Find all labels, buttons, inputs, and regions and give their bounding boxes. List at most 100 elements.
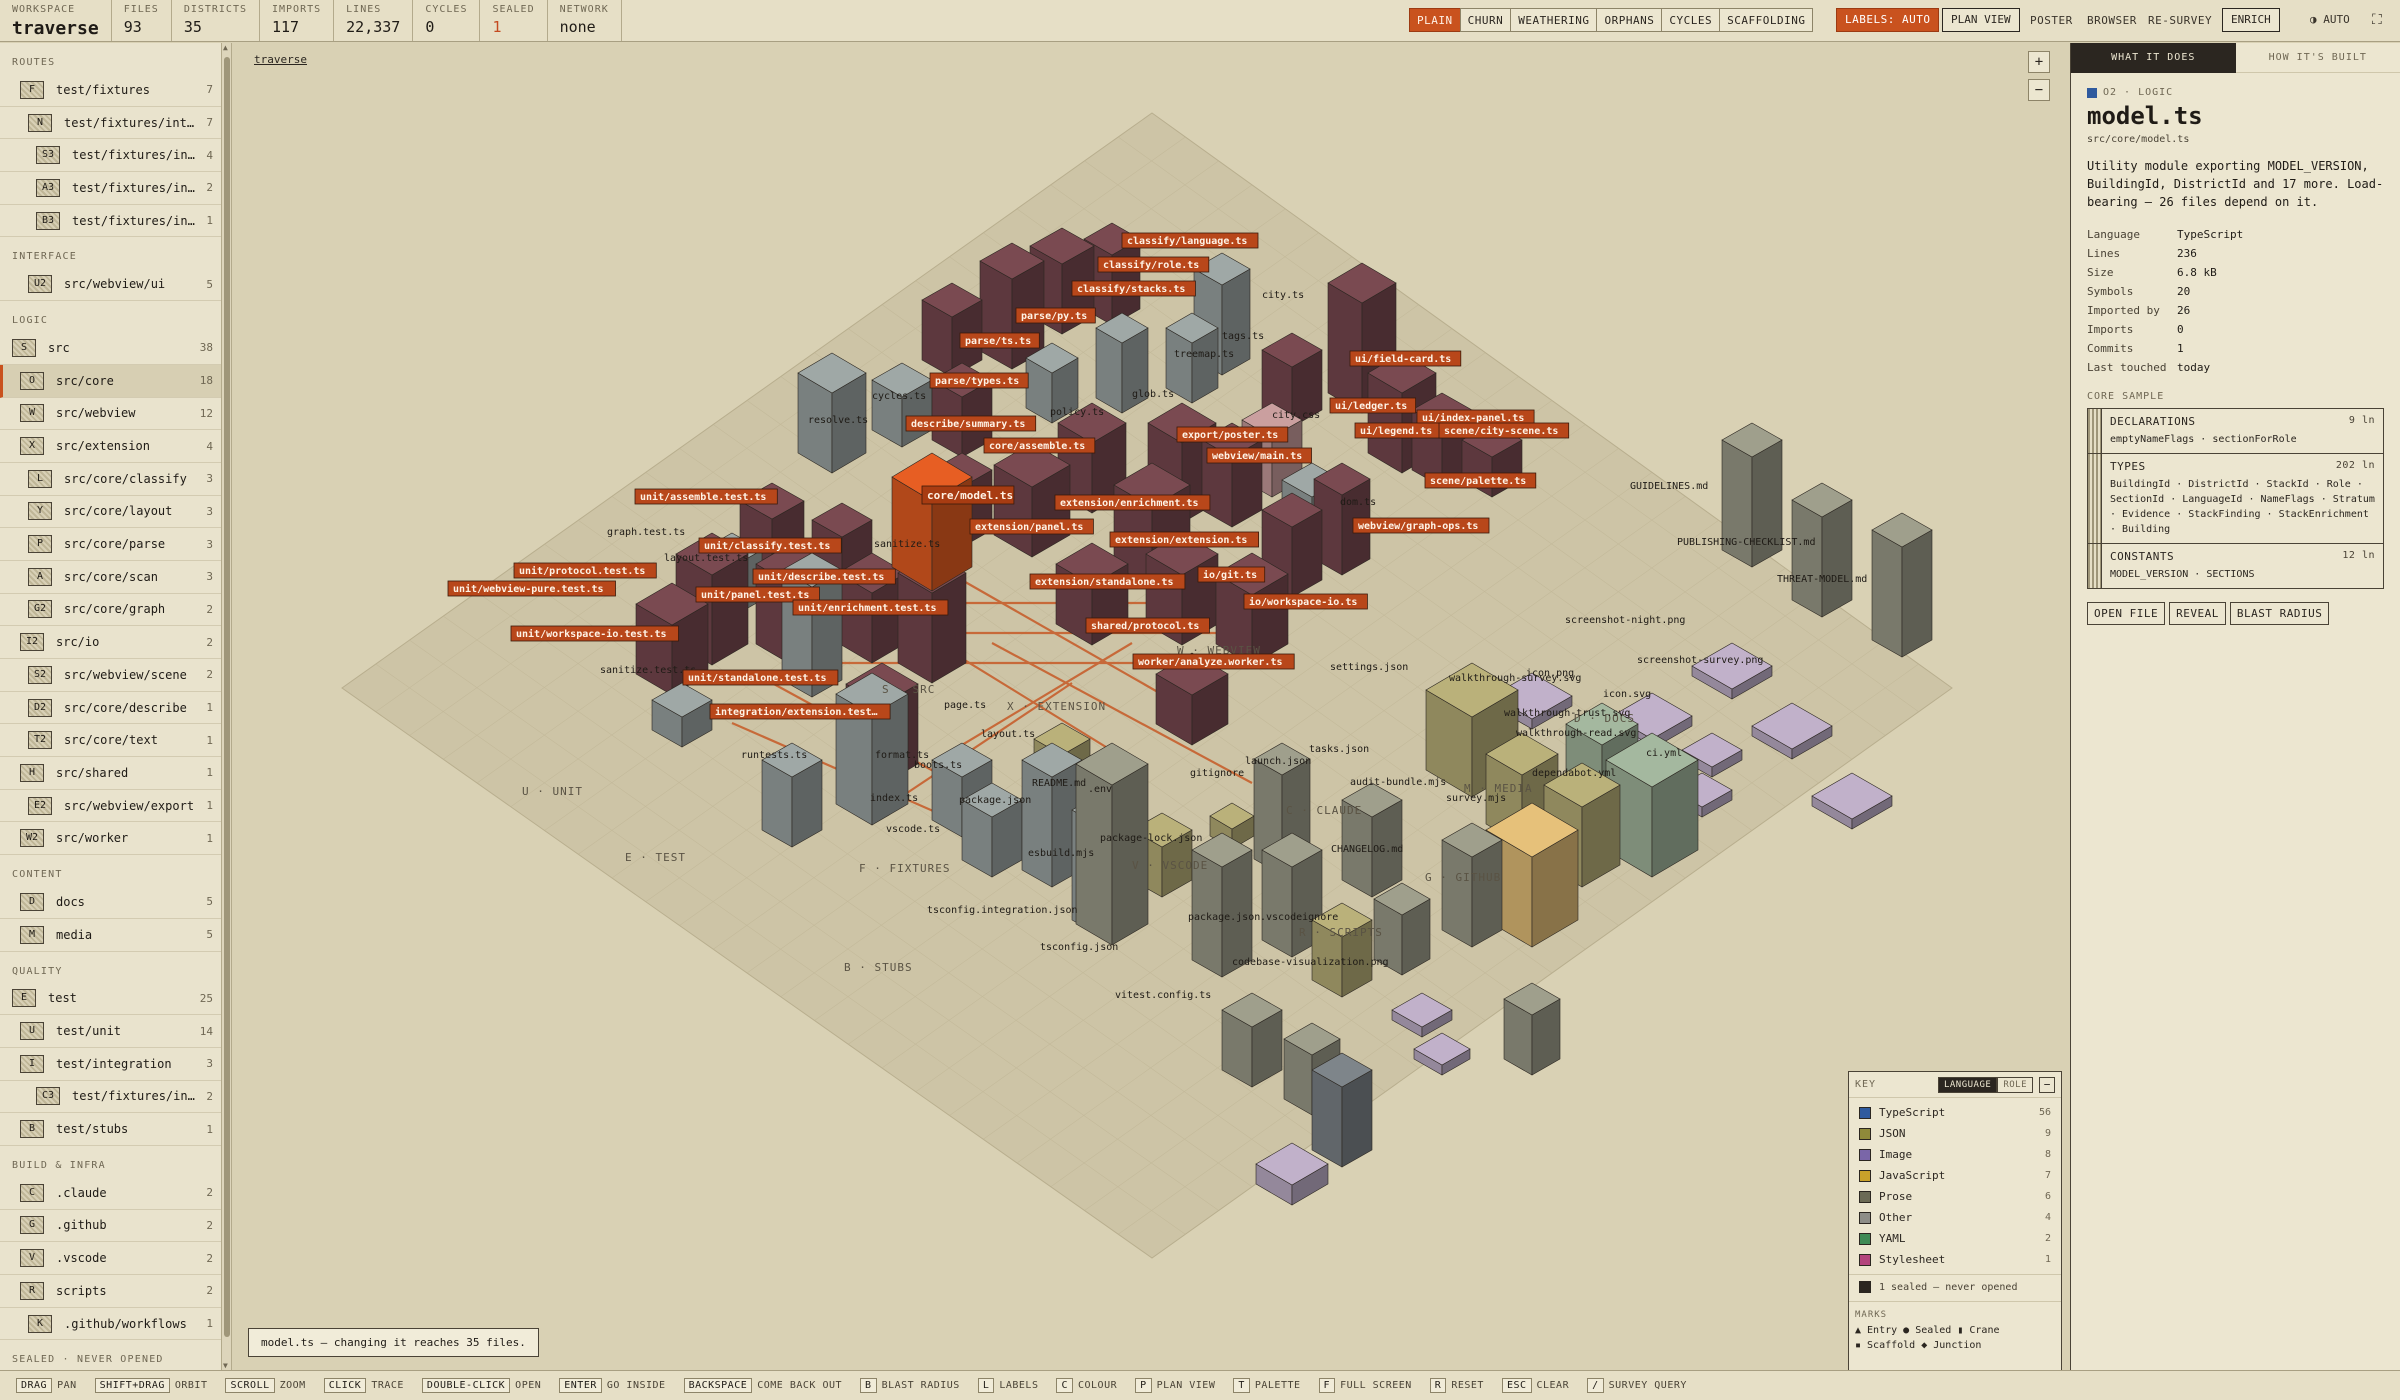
scroll-down-icon[interactable]: ▼ [223,1361,228,1370]
legend-rows: TypeScript 56 JSON 9 Image 8 JavaScript 7 Prose 6… [1849,1098,2061,1270]
sidebar-item-test-fixtures-inte-[interactable]: C3 test/fixtures/inte… 2 [0,1081,221,1114]
district-glyph-icon: E [12,989,36,1008]
sidebar-item-src-io[interactable]: I2 src/io 2 [0,626,221,659]
sidebar-item-test-unit[interactable]: Utest/unit 14 [0,1015,221,1048]
sidebar-item-test-fixtures-inte-[interactable]: S3 test/fixtures/inte… 4 [0,139,221,173]
shortcut-text: SURVEY QUERY [1608,1380,1687,1391]
core-block-declarations[interactable]: DECLARATIONS 9 ln emptyNameFlags · section… [2087,408,2384,454]
sidebar-item-src-core-graph[interactable]: G2 src/core/graph 2 [0,594,221,627]
legend-row-javascript[interactable]: JavaScript 7 [1849,1165,2061,1186]
tab-how-its-built[interactable]: HOW IT'S BUILT [2235,43,2400,73]
sidebar-item-test[interactable]: Etest 25 [0,983,221,1016]
legend-tab-language[interactable]: LANGUAGE [1937,1076,1998,1093]
breadcrumb[interactable]: traverse [254,53,307,66]
shortcut-hint: P PLAN VIEW [1135,1378,1215,1393]
stat-value: 93 [123,18,142,36]
district-tag-text: O2 · LOGIC [2103,87,2174,98]
mode-button-cycles[interactable]: CYCLES [1661,8,1721,32]
sidebar-item--github[interactable]: G .github 2 [0,1210,221,1243]
sidebar-item-src-webview-ui[interactable]: U2 src/webview/ui 5 [0,268,221,302]
building [1341,782,1403,898]
mode-button-scaffolding[interactable]: SCAFFOLDING [1719,8,1814,32]
zoom-out-button[interactable]: − [2028,79,2050,101]
legend-row-yaml[interactable]: YAML 2 [1849,1228,2061,1249]
mode-button-orphans[interactable]: ORPHANS [1596,8,1663,32]
sidebar-item-src-core-describe[interactable]: D2 src/core/describe 1 [0,692,221,725]
sidebar-item-src-core-layout[interactable]: Ysrc/core/layout 3 [0,496,221,529]
sidebar-item-src-shared[interactable]: Hsrc/shared 1 [0,757,221,790]
building-left-face [1791,499,1823,618]
inspector-tabs: WHAT IT DOES HOW IT'S BUILT [2071,43,2400,73]
sidebar-item-test-fixtures-integr-[interactable]: Ntest/fixtures/integr… 7 [0,107,221,140]
blast-radius-button[interactable]: BLAST RADIUS [2229,602,2330,625]
scrollbar-thumb[interactable] [224,57,230,1337]
zoom-in-button[interactable]: + [2028,51,2050,73]
sidebar-item-src-core-text[interactable]: T2 src/core/text 1 [0,724,221,758]
plan-view-button[interactable]: PLAN VIEW [1942,8,2020,32]
mode-button-weathering[interactable]: WEATHERING [1510,8,1598,32]
sidebar-item-src-webview-scene[interactable]: S2 src/webview/scene 2 [0,659,221,692]
mode-button-plain[interactable]: PLAIN [1409,8,1461,32]
core-sample: DECLARATIONS 9 ln emptyNameFlags · section… [2087,408,2384,589]
sidebar-item-label: test/fixtures/inte… [72,1089,201,1104]
sidebar-item--claude[interactable]: C .claude 2 [0,1177,221,1210]
legend-minimize-button[interactable]: − [2039,1076,2055,1093]
labels-toggle-button[interactable]: LABELS: AUTO [1836,8,1940,32]
sidebar-item-src-webview-export[interactable]: E2 src/webview/export 1 [0,790,221,823]
fullscreen-icon[interactable]: ⛶ [2372,12,2382,28]
mode-button-churn[interactable]: CHURN [1459,8,1512,32]
city-canvas[interactable]: S · SRC X · EXTENSION W · WEBVIEW U · UNIT E… [232,43,2070,1370]
scroll-up-icon[interactable]: ▲ [223,43,228,52]
legend-row-image[interactable]: Image 8 [1849,1144,2061,1165]
legend-row-json[interactable]: JSON 9 [1849,1123,2061,1144]
reveal-button[interactable]: REVEAL [2169,602,2226,625]
legend-row-prose[interactable]: Prose 6 [1849,1186,2061,1207]
file-tag-label: shared/protocol.ts [1091,621,1199,632]
file-label: walkthrough-trust.svg [1504,708,1630,719]
sidebar-item-scripts[interactable]: Rscripts 2 [0,1275,221,1308]
sidebar-item-docs[interactable]: Ddocs 5 [0,886,221,919]
sidebar-item-src-webview[interactable]: Wsrc/webview 12 [0,398,221,431]
browser-link[interactable]: BROWSER [2087,14,2137,27]
core-block-constants[interactable]: CONSTANTS 12 ln MODEL_VERSION · SECTIONS [2087,543,2384,589]
core-block-lines: 9 ln [2348,415,2375,426]
tab-what-it-does[interactable]: WHAT IT DOES [2071,43,2236,73]
sidebar-item-test-stubs[interactable]: Btest/stubs 1 [0,1113,221,1146]
open-file-button[interactable]: OPEN FILE [2087,602,2166,625]
sidebar-item-test-fixtures-inte-[interactable]: B3 test/fixtures/inte… 1 [0,205,221,238]
city-scene[interactable]: S · SRCX · EXTENSIONW · WEBVIEWU · UNITE… [232,43,2070,1370]
legend-row-other[interactable]: Other 4 [1849,1207,2061,1228]
poster-link[interactable]: POSTER [2030,14,2073,27]
stat-value: 22,337 [346,18,401,36]
sidebar-item-label: test/integration [56,1056,172,1071]
sidebar-item-media[interactable]: Mmedia 5 [0,919,221,952]
sidebar-item-src-extension[interactable]: Xsrc/extension 4 [0,430,221,463]
legend-row-typescript[interactable]: TypeScript 56 [1849,1102,2061,1123]
sidebar-item-src[interactable]: Ssrc 38 [0,332,221,365]
sidebar-item-src-core-parse[interactable]: Psrc/core/parse 3 [0,528,221,561]
legend-tab-role[interactable]: ROLE [1997,1076,2033,1093]
sidebar-item-test-fixtures-inte-[interactable]: A3 test/fixtures/inte… 2 [0,172,221,205]
marks-row-2: ▪ Scaffold ◆ Junction [1855,1340,1982,1351]
sidebar-item-test-fixtures[interactable]: Ftest/fixtures 7 [0,74,221,107]
sidebar-scrollbar[interactable]: ▲ ▼ [222,43,232,1370]
legend-count: 8 [2044,1149,2051,1160]
file-tag-label: worker/analyze.worker.ts [1138,657,1283,668]
legend-row-stylesheet[interactable]: Stylesheet 1 [1849,1249,2061,1270]
sidebar-item--vscode[interactable]: V .vscode 2 [0,1242,221,1275]
shortcut-bar: DRAG PAN SHIFT+DRAG ORBIT SCROLL ZOOM CLICK TRA… [0,1370,2400,1400]
sidebar-item-src-core[interactable]: Osrc/core 18 [0,364,221,398]
district-glyph-icon: V [20,1249,44,1268]
file-tag-label: ui/ledger.ts [1335,400,1407,412]
sidebar-item-src-worker[interactable]: W2 src/worker 1 [0,822,221,856]
file-tag-label: extension/standalone.ts [1035,576,1173,588]
sidebar-item-src-core-classify[interactable]: Lsrc/core/classify 3 [0,463,221,496]
theme-auto-toggle[interactable]: ◑ AUTO [2310,13,2350,26]
core-block-types[interactable]: TYPES 202 ln BuildingId · DistrictId · Sta… [2087,453,2384,544]
stat-label: FILES [123,4,159,15]
re-survey-link[interactable]: RE-SURVEY [2148,14,2212,27]
sidebar-item--github-workflows[interactable]: K .github/workflows 1 [0,1308,221,1341]
sidebar-item-test-integration[interactable]: Itest/integration 3 [0,1048,221,1081]
sidebar-item-src-core-scan[interactable]: Asrc/core/scan 3 [0,561,221,594]
enrich-button[interactable]: ENRICH [2222,8,2280,32]
